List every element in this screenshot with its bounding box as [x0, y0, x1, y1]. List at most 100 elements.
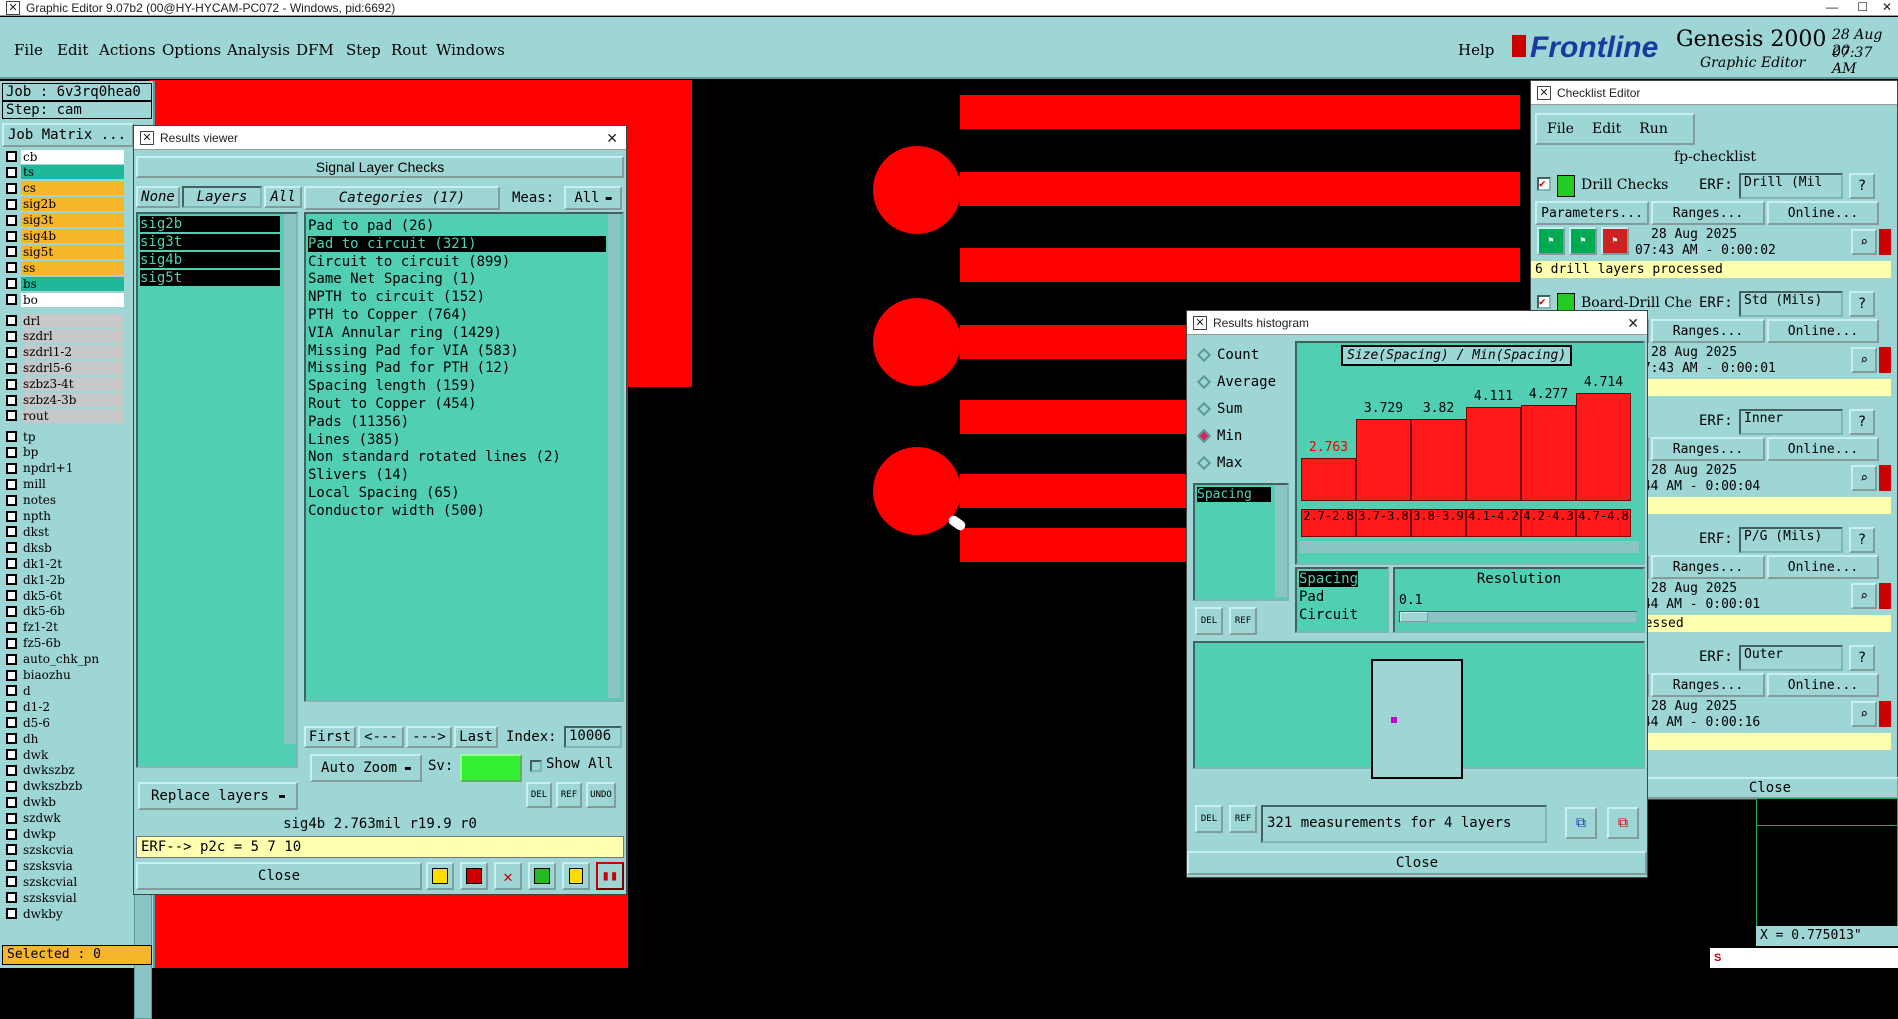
online-button[interactable]: Online...	[1767, 319, 1879, 343]
layer-row-ss[interactable]: ss	[6, 260, 124, 275]
layer-row-fz1-2t[interactable]: fz1-2t	[6, 620, 124, 635]
layer-checkbox[interactable]	[6, 198, 17, 210]
layer-checkbox[interactable]	[6, 780, 17, 792]
job-matrix-button[interactable]: Job Matrix ...	[2, 123, 134, 147]
layer-row-biaozhu[interactable]: biaozhu	[6, 668, 124, 683]
ref-button[interactable]: REF	[556, 782, 582, 808]
close-icon[interactable]: ✕	[606, 130, 618, 147]
layer-checkbox[interactable]	[6, 166, 17, 178]
layer-row-d5-6[interactable]: d5-6	[6, 715, 124, 730]
layer-row-bs[interactable]: bs	[6, 276, 124, 291]
histogram-bar[interactable]	[1411, 419, 1466, 501]
layer-row-dwkszbz[interactable]: dwkszbz	[6, 763, 124, 778]
toolbar-icon-5[interactable]	[562, 862, 590, 890]
zoom-to-button[interactable]: ⧉	[1565, 807, 1597, 839]
histogram-bar[interactable]	[1466, 407, 1521, 501]
layer-row-dkst[interactable]: dkst	[6, 524, 124, 539]
menu-actions[interactable]: Actions	[99, 41, 155, 59]
list-item[interactable]: NPTH to circuit (152)	[308, 289, 606, 305]
layer-row-szskcvia[interactable]: szskcvia	[6, 842, 124, 857]
ranges-button[interactable]: Ranges...	[1651, 673, 1765, 697]
help-button[interactable]: ?	[1849, 645, 1875, 671]
hist-ref-button-2[interactable]: REF	[1229, 805, 1257, 833]
menu-rout[interactable]: Rout	[391, 41, 427, 59]
layer-row-dh[interactable]: dh	[6, 731, 124, 746]
layer-checkbox[interactable]	[6, 346, 17, 358]
layer-checkbox[interactable]	[6, 669, 17, 681]
parameters-button[interactable]: Parameters...	[1535, 201, 1649, 225]
list-item[interactable]: Spacing length (159)	[308, 378, 606, 394]
checklist-close-button[interactable]: Close	[1641, 777, 1898, 799]
hist-ref-button[interactable]: REF	[1229, 607, 1257, 635]
option-max[interactable]: Max	[1196, 455, 1242, 471]
online-button[interactable]: Online...	[1767, 437, 1879, 461]
histogram-bar[interactable]	[1521, 405, 1576, 501]
list-item[interactable]: Missing Pad for VIA (583)	[308, 343, 606, 359]
layer-row-szsksvial[interactable]: szsksvial	[6, 890, 124, 905]
menu-analysis[interactable]: Analysis	[227, 41, 290, 59]
maximize-icon[interactable]: ☐	[1857, 0, 1868, 14]
toolbar-icon-2[interactable]	[460, 862, 488, 890]
layer-checkbox[interactable]	[6, 812, 17, 824]
layer-checkbox[interactable]	[6, 315, 17, 326]
layer-checkbox[interactable]	[6, 908, 17, 919]
list-item[interactable]: Lines (385)	[308, 432, 606, 448]
layer-checkbox[interactable]	[6, 214, 17, 226]
layer-checkbox[interactable]	[6, 526, 17, 538]
toolbar-icon-3[interactable]: ✕	[494, 862, 522, 890]
view-results-button[interactable]: ⌕	[1851, 229, 1877, 255]
layer-checkbox[interactable]	[6, 182, 17, 194]
list-item[interactable]: sig5t	[140, 270, 280, 286]
view-results-button[interactable]: ⌕	[1851, 465, 1877, 491]
toolbar-icon-1[interactable]	[426, 862, 454, 890]
layer-checkbox[interactable]	[6, 828, 17, 840]
layer-checkbox[interactable]	[6, 876, 17, 888]
option-average[interactable]: Average	[1196, 374, 1276, 390]
layer-checkbox[interactable]	[6, 362, 17, 374]
list-item[interactable]: Rout to Copper (454)	[308, 396, 606, 412]
layer-row-npdrl+1[interactable]: npdrl+1	[6, 461, 124, 476]
layer-checkbox[interactable]	[6, 717, 17, 729]
erf-value[interactable]: P/G (Mils)	[1739, 527, 1843, 553]
online-button[interactable]: Online...	[1767, 201, 1879, 225]
sv-color-dropdown[interactable]	[460, 754, 522, 782]
layer-checkbox[interactable]	[6, 431, 17, 442]
minimize-icon[interactable]: —	[1826, 0, 1838, 14]
layer-checkbox[interactable]	[6, 653, 17, 665]
list-item[interactable]: Slivers (14)	[308, 467, 606, 483]
layer-row-cb[interactable]: cb	[6, 149, 124, 164]
ranges-button[interactable]: Ranges...	[1651, 319, 1765, 343]
histogram-bar[interactable]	[1301, 458, 1356, 501]
run-icon[interactable]: ⚑	[1537, 227, 1565, 255]
layer-row-szbz3-4t[interactable]: szbz3-4t	[6, 377, 124, 392]
list-item[interactable]: PTH to Copper (764)	[308, 307, 606, 323]
layer-checkbox[interactable]	[6, 844, 17, 856]
layer-row-sig2b[interactable]: sig2b	[6, 197, 124, 212]
help-button[interactable]: ?	[1849, 527, 1875, 553]
layer-checkbox[interactable]	[6, 621, 17, 633]
help-button[interactable]: ?	[1849, 409, 1875, 435]
layer-checkbox[interactable]	[6, 230, 17, 242]
histogram-button[interactable]: ▮▮	[596, 862, 624, 890]
meas-dropdown[interactable]: All ▬	[564, 186, 622, 210]
list-item[interactable]: Missing Pad for PTH (12)	[308, 360, 606, 376]
layer-checkbox[interactable]	[6, 574, 17, 586]
layer-row-d[interactable]: d	[6, 683, 124, 698]
layer-row-szdrl1-2[interactable]: szdrl1-2	[6, 345, 124, 360]
categories-scrollbar[interactable]	[608, 214, 620, 698]
layer-checkbox[interactable]	[6, 262, 17, 274]
list-item[interactable]: Pad	[1299, 589, 1324, 605]
layer-checkbox[interactable]	[6, 151, 17, 162]
ranges-button[interactable]: Ranges...	[1651, 201, 1765, 225]
ranges-button[interactable]: Ranges...	[1651, 555, 1765, 579]
layer-row-sig4b[interactable]: sig4b	[6, 229, 124, 244]
hist-del-button[interactable]: DEL	[1195, 607, 1223, 635]
layer-row-szdwk[interactable]: szdwk	[6, 811, 124, 826]
layer-checkbox[interactable]	[6, 446, 17, 458]
list-item[interactable]: VIA Annular ring (1429)	[308, 325, 606, 341]
layer-row-dk5-6b[interactable]: dk5-6b	[6, 604, 124, 619]
layer-checkbox[interactable]	[6, 733, 17, 745]
layer-row-sig3t[interactable]: sig3t	[6, 213, 124, 228]
layer-row-szbz4-3b[interactable]: szbz4-3b	[6, 393, 124, 408]
last-button[interactable]: Last	[454, 726, 498, 748]
